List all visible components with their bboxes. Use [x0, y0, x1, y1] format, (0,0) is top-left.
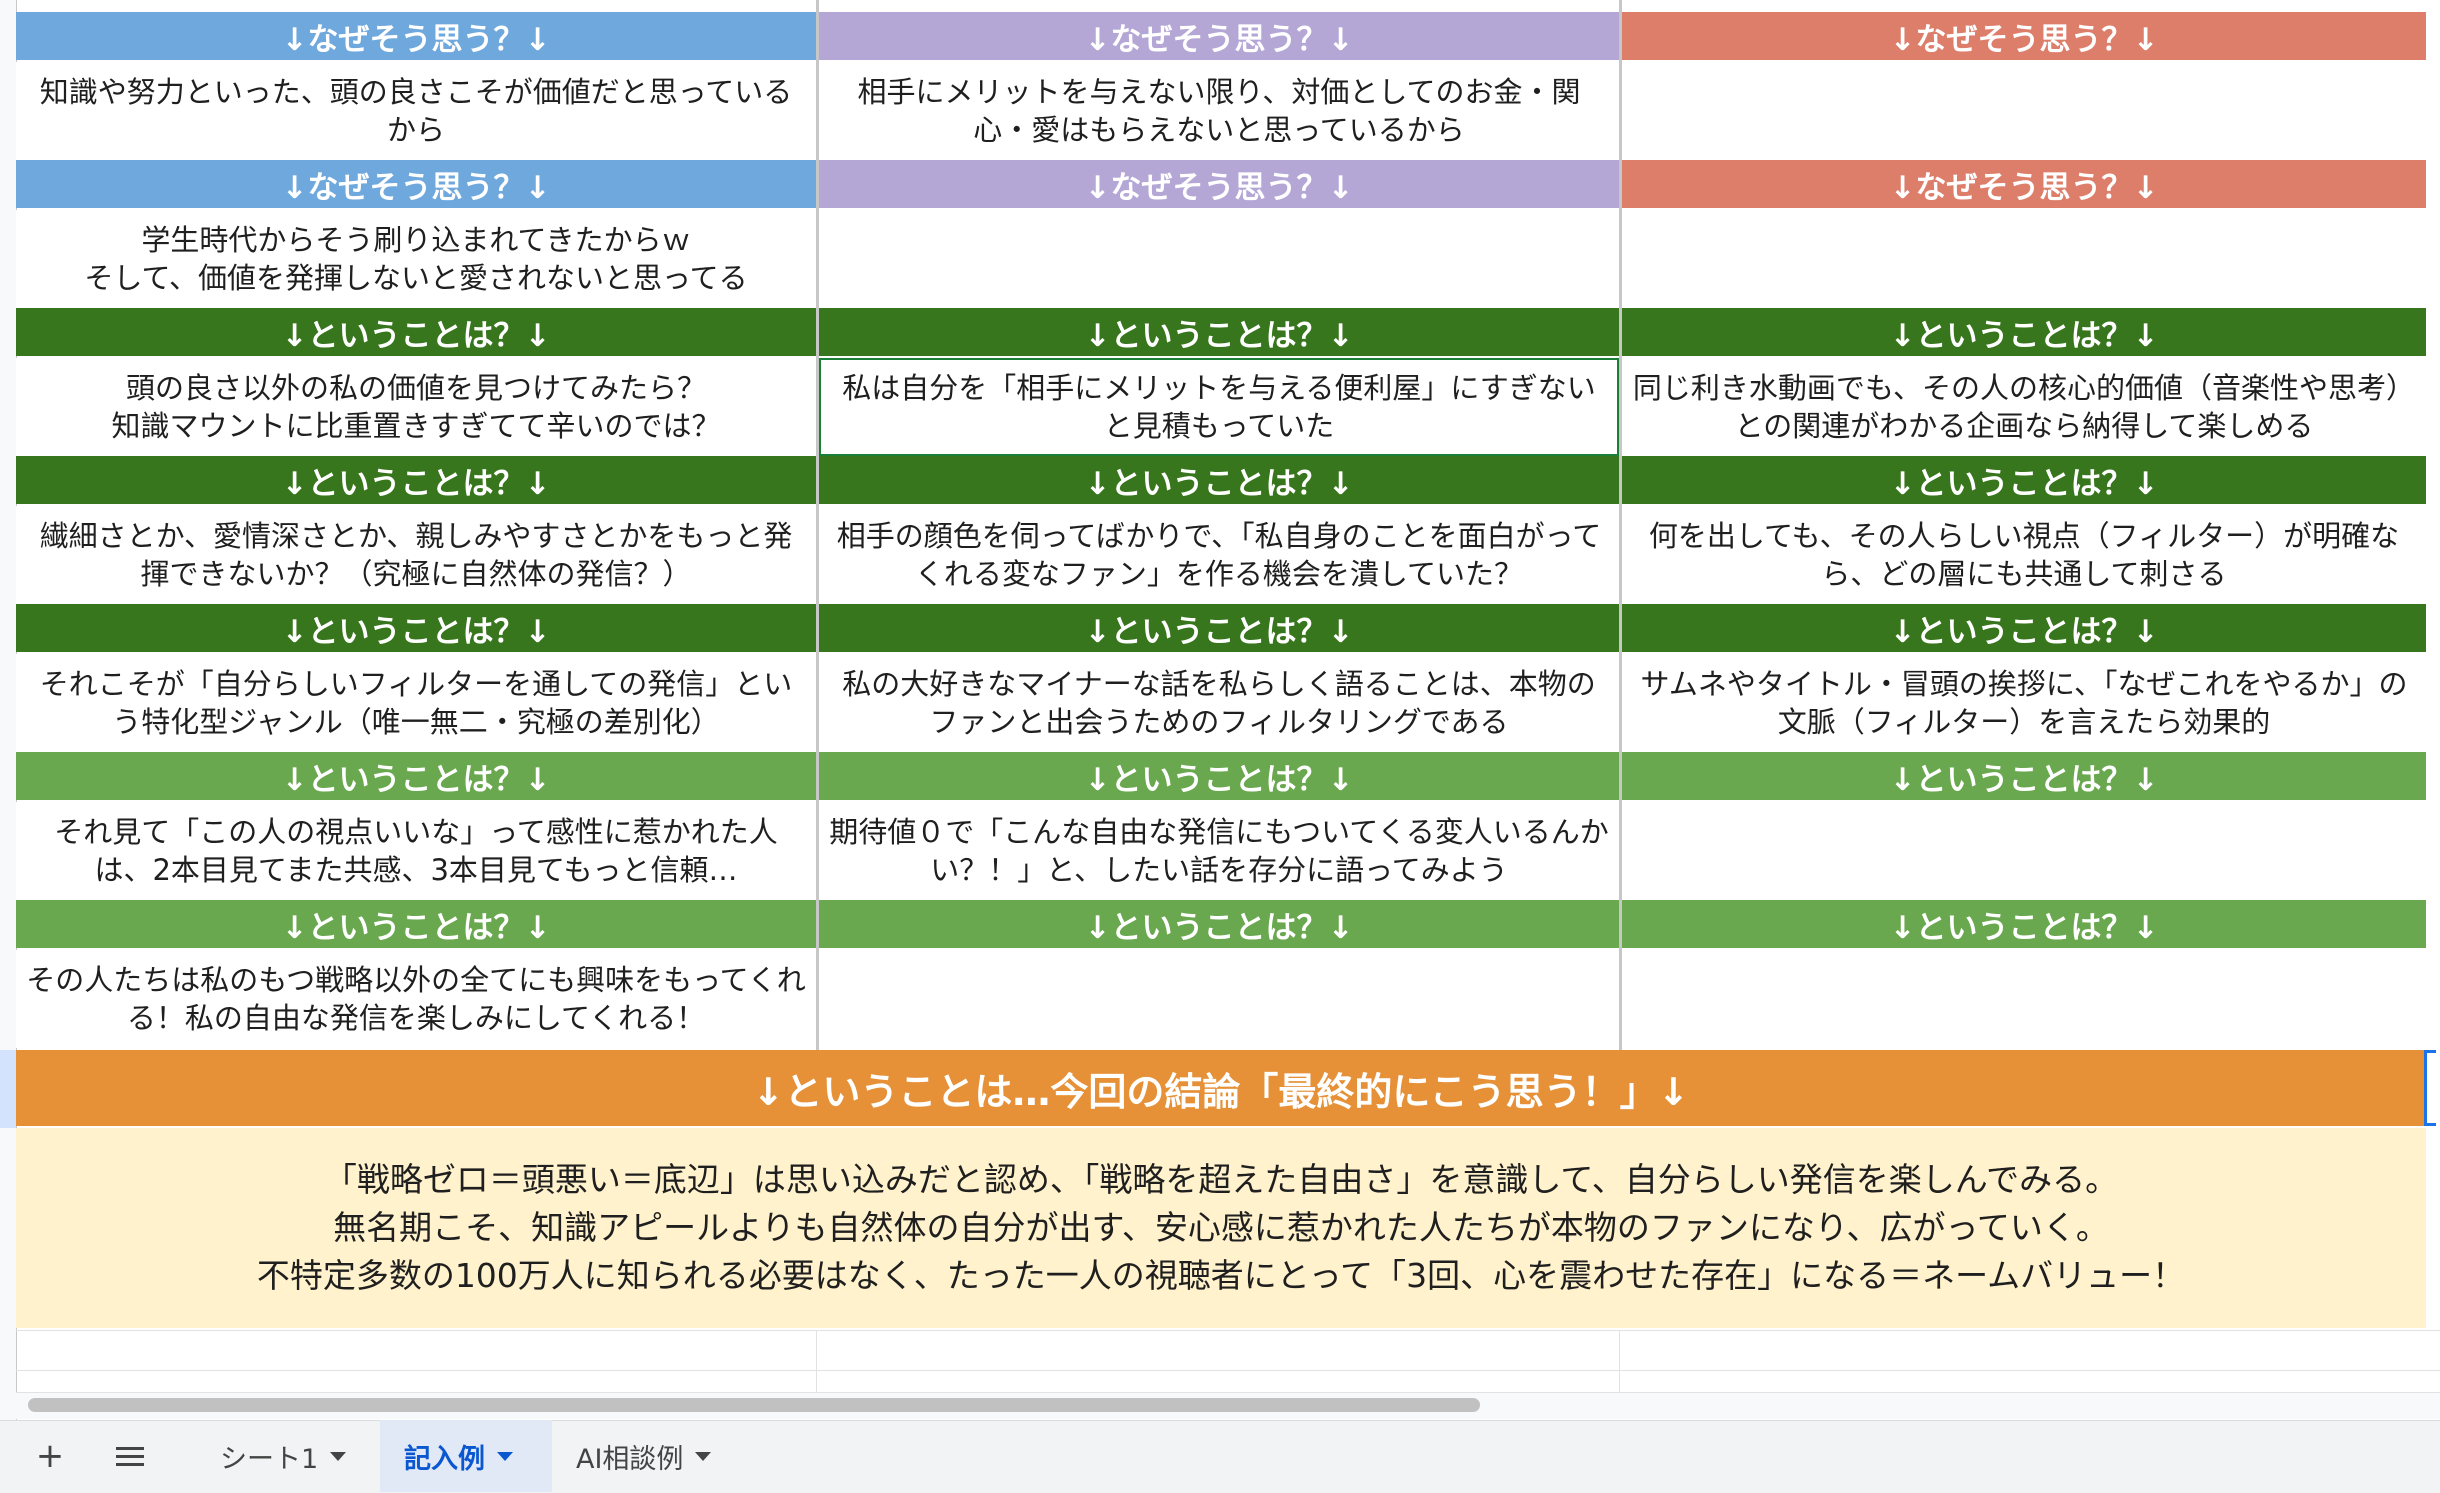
conclusion-line: 「戦略ゼロ＝頭悪い＝底辺」は思い込みだと認め、「戦略を超えた自由さ」を意識して、…	[323, 1160, 2119, 1199]
cell[interactable]	[1622, 950, 2426, 1048]
cell-text: 繊細さとか、愛情深さとか、親しみやすさとかをもっと発揮できないか？（究極に自然体…	[39, 519, 793, 591]
so-header[interactable]: ↓ということは？↓	[819, 604, 1619, 652]
cell-text: 私の大好きなマイナーな話を私らしく語ることは、本物のファンと出会うためのフィルタ…	[842, 667, 1596, 739]
conclusion-cell[interactable]: 「戦略ゼロ＝頭悪い＝底辺」は思い込みだと認め、「戦略を超えた自由さ」を意識して、…	[16, 1128, 2426, 1328]
row-header-column[interactable]	[0, 0, 17, 1420]
why-header[interactable]: ↓なぜそう思う？↓	[1622, 12, 2426, 60]
column-gridline	[816, 0, 819, 1050]
cell[interactable]	[1622, 62, 2426, 160]
selected-row-header[interactable]	[0, 1050, 17, 1128]
so-header[interactable]: ↓ということは？↓	[1622, 752, 2426, 800]
so-header[interactable]: ↓ということは？↓	[16, 752, 816, 800]
so-header[interactable]: ↓ということは？↓	[819, 308, 1619, 356]
chevron-down-icon[interactable]	[330, 1451, 347, 1461]
so-header[interactable]: ↓ということは？↓	[16, 900, 816, 948]
cell[interactable]: 何を出しても、その人らしい視点（フィルター）が明確なら、どの層にも共通して刺さる	[1622, 506, 2426, 604]
cell-text: 何を出しても、その人らしい視点（フィルター）が明確なら、どの層にも共通して刺さる	[1648, 519, 2400, 591]
row-gridline	[16, 1330, 2440, 1331]
conclusion-line: 無名期こそ、知識アピールよりも自然体の自分が出す、安心感に惹かれた人たちが本物の…	[333, 1208, 2109, 1247]
cell[interactable]: 知識や努力といった、頭の良さこそが価値だと思っているから	[16, 62, 816, 160]
why-header[interactable]: ↓なぜそう思う？↓	[16, 12, 816, 60]
cell[interactable]: 相手の顔色を伺ってばかりで、「私自身のことを面白がってくれる変なファン」を作る機…	[819, 506, 1619, 604]
cell[interactable]	[1622, 210, 2426, 308]
conclusion-header[interactable]: ↓ということは…今回の結論「最終的にこう思う！」↓	[16, 1050, 2426, 1126]
so-header[interactable]: ↓ということは？↓	[16, 308, 816, 356]
cell[interactable]: それ見て「この人の視点いいな」って感性に惹かれた人は、2本目見てまた共感、3本目…	[16, 802, 816, 900]
add-sheet-button[interactable]: +	[30, 1434, 70, 1478]
chevron-down-icon[interactable]	[695, 1451, 712, 1461]
cell-text: 期待値０で「こんな自由な発信にもついてくる変人いるんかい？！」と、したい話を存分…	[829, 815, 1609, 887]
cell[interactable]: 頭の良さ以外の私の価値を見つけてみたら？ 知識マウントに比重置きすぎてて辛いので…	[16, 358, 816, 456]
column-gridline	[1619, 0, 1622, 1050]
column-gridline	[1619, 1330, 1620, 1392]
so-header[interactable]: ↓ということは？↓	[1622, 456, 2426, 504]
chevron-down-icon[interactable]	[497, 1451, 513, 1461]
column-gridline	[816, 1330, 817, 1392]
conclusion-line: 不特定多数の100万人に知られる必要はなく、たった一人の視聴者にとって「3回、心…	[256, 1256, 2186, 1295]
cell[interactable]	[819, 950, 1619, 1048]
cell[interactable]: サムネやタイトル・冒頭の挨拶に、「なぜこれをやるか」の文脈（フィルター）を言えた…	[1622, 654, 2426, 752]
so-header[interactable]: ↓ということは？↓	[819, 752, 1619, 800]
why-header[interactable]: ↓なぜそう思う？↓	[819, 160, 1619, 208]
cell-text: 相手にメリットを与えない限り、対価としてのお金・関心・愛はもらえないと思っている…	[857, 75, 1581, 147]
tab-example[interactable]: 記入例	[380, 1420, 552, 1492]
so-header[interactable]: ↓ということは？↓	[819, 900, 1619, 948]
so-header[interactable]: ↓ということは？↓	[1622, 308, 2426, 356]
why-header[interactable]: ↓なぜそう思う？↓	[1622, 160, 2426, 208]
cell-text: それこそが「自分らしいフィルターを通しての発信」という特化型ジャンル（唯一無二・…	[39, 667, 793, 739]
cell[interactable]: 期待値０で「こんな自由な発信にもついてくる変人いるんかい？！」と、したい話を存分…	[819, 802, 1619, 900]
cell-text: 知識や努力といった、頭の良さこそが価値だと思っているから	[39, 75, 793, 147]
cell-text: その人たちは私のもつ戦略以外の全てにも興味をもってくれる！私の自由な発信を楽しみ…	[26, 963, 806, 1035]
so-header[interactable]: ↓ということは？↓	[16, 604, 816, 652]
cell-text: 同じ利き水動画でも、その人の核心的価値（音楽性や思考）との関連がわかる企画なら納…	[1632, 371, 2416, 443]
row-gridline	[16, 1370, 2440, 1371]
tab-label: AI相談例	[576, 1443, 684, 1475]
why-header[interactable]: ↓なぜそう思う？↓	[16, 160, 816, 208]
so-header[interactable]: ↓ということは？↓	[1622, 604, 2426, 652]
why-header[interactable]: ↓なぜそう思う？↓	[819, 12, 1619, 60]
all-sheets-menu-icon[interactable]	[110, 1434, 150, 1478]
cell-text: 学生時代からそう刷り込まれてきたからｗ そして、価値を発揮しないと愛されないと思…	[84, 223, 748, 295]
tab-ai-consult[interactable]: AI相談例	[552, 1420, 735, 1492]
cell[interactable]: 学生時代からそう刷り込まれてきたからｗ そして、価値を発揮しないと愛されないと思…	[16, 210, 816, 308]
cell-text: 私は自分を「相手にメリットを与える便利屋」にすぎないと見積もっていた	[842, 371, 1596, 443]
selection-outline	[2424, 1050, 2436, 1126]
scrollbar-thumb[interactable]	[28, 1398, 1480, 1412]
cell[interactable]	[819, 210, 1619, 308]
cell[interactable]: 私の大好きなマイナーな話を私らしく語ることは、本物のファンと出会うためのフィルタ…	[819, 654, 1619, 752]
cell[interactable]: その人たちは私のもつ戦略以外の全てにも興味をもってくれる！私の自由な発信を楽しみ…	[16, 950, 816, 1048]
spreadsheet-grid: ↓なぜそう思う？↓ ↓なぜそう思う？↓ ↓なぜそう思う？↓ 知識や努力といった、…	[0, 0, 2440, 1492]
cell[interactable]: 同じ利き水動画でも、その人の核心的価値（音楽性や思考）との関連がわかる企画なら納…	[1622, 358, 2426, 456]
so-header[interactable]: ↓ということは？↓	[819, 456, 1619, 504]
cell-text: 相手の顔色を伺ってばかりで、「私自身のことを面白がってくれる変なファン」を作る機…	[836, 519, 1602, 591]
so-header[interactable]: ↓ということは？↓	[16, 456, 816, 504]
cell[interactable]: 相手にメリットを与えない限り、対価としてのお金・関心・愛はもらえないと思っている…	[819, 62, 1619, 160]
cell[interactable]: それこそが「自分らしいフィルターを通しての発信」という特化型ジャンル（唯一無二・…	[16, 654, 816, 752]
cell[interactable]	[1622, 802, 2426, 900]
so-header[interactable]: ↓ということは？↓	[1622, 900, 2426, 948]
cell[interactable]: 繊細さとか、愛情深さとか、親しみやすさとかをもっと発揮できないか？（究極に自然体…	[16, 506, 816, 604]
cell-text: 頭の良さ以外の私の価値を見つけてみたら？ 知識マウントに比重置きすぎてて辛いので…	[111, 371, 721, 443]
tab-sheet1[interactable]: シート1	[196, 1420, 370, 1492]
tab-label: 記入例	[404, 1443, 485, 1475]
cell-text: サムネやタイトル・冒頭の挨拶に、「なぜこれをやるか」の文脈（フィルター）を言えた…	[1640, 667, 2408, 739]
tab-label: シート1	[220, 1443, 319, 1475]
cell-text: それ見て「この人の視点いいな」って感性に惹かれた人は、2本目見てまた共感、3本目…	[54, 815, 778, 887]
active-cell[interactable]: 私は自分を「相手にメリットを与える便利屋」にすぎないと見積もっていた	[819, 358, 1619, 456]
